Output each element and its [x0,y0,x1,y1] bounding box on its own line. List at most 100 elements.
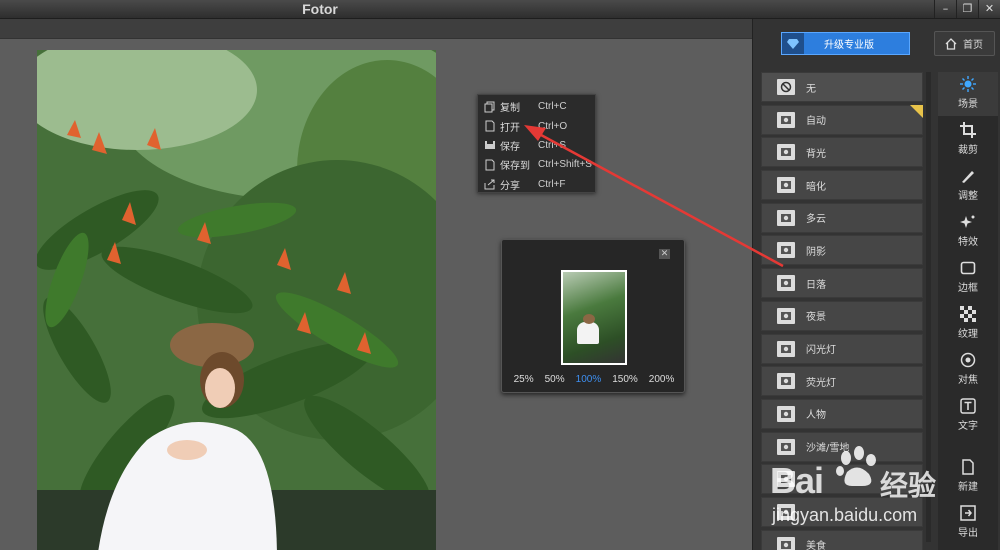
menu-item-label: 分享 [500,180,520,192]
maximize-button[interactable]: ❐ [956,0,978,18]
tool-texture[interactable]: 纹理 [938,302,998,346]
menu-item-label: 保存 [500,141,520,153]
scene-item-label: 夜景 [806,312,826,324]
scene-item[interactable]: 阴影 [761,235,923,266]
share-icon [484,179,495,190]
tool-focus[interactable]: 对焦 [938,348,998,392]
app-title: Fotor [302,1,338,17]
menu-item-shortcut: Ctrl+O [538,120,568,132]
close-button[interactable]: ✕ [978,0,1000,18]
scene-item-label: 自动 [806,116,826,128]
scene-item-label: 阴影 [806,246,826,258]
zoom-150[interactable]: 150% [612,374,638,385]
scene-item-label: 荧光灯 [806,377,836,389]
zoom-25[interactable]: 25% [514,374,534,385]
home-button[interactable]: 首页 [934,31,995,56]
menu-item-save-as[interactable]: 保存到 Ctrl+Shift+S [478,155,595,174]
export-icon [938,505,998,521]
home-icon [945,37,957,50]
menu-item-shortcut: Ctrl+S [538,139,567,151]
scene-item[interactable]: 多云 [761,202,923,233]
scene-item[interactable]: 无 [761,72,923,102]
menu-item-open[interactable]: 打开 Ctrl+O [478,116,595,135]
navigator-thumbnail[interactable] [561,270,627,365]
save-icon [485,141,495,150]
effects-icon [938,214,998,230]
tool-text[interactable]: 文字 [938,394,998,438]
window-controls: – ❐ ✕ [934,0,1000,18]
zoom-50[interactable]: 50% [545,374,565,385]
scene-item-label: 沙滩/雪地 [806,443,850,455]
navigator-panel: ✕ 25% 50% 100% 150% 200% [501,239,685,393]
menu-item-copy[interactable]: 复制 Ctrl+C [478,97,595,116]
title-bar: Fotor – ❐ ✕ [0,0,1000,19]
scene-item[interactable]: 自动 [761,104,923,135]
tool-crop[interactable]: 裁剪 [938,118,998,162]
text-icon [938,398,998,414]
scene-item[interactable]: 荧光灯 [761,366,923,397]
none-icon [777,79,795,95]
navigator-close-button[interactable]: ✕ [659,249,670,259]
scene-item[interactable]: 美食 [761,529,923,550]
copy-icon [484,101,495,113]
photo-canvas[interactable] [37,50,436,550]
scene-item-label: 多云 [806,214,826,226]
diamond-icon [782,33,804,54]
tool-label: 边框 [958,283,978,294]
scene-item-label: 背光 [806,148,826,160]
fluorescent-icon [777,373,795,390]
photo-illustration [37,50,436,550]
zoom-options: 25% 50% 100% 150% 200% [502,374,686,385]
tool-effects[interactable]: 特效 [938,210,998,254]
scene-item[interactable]: 日落 [761,268,923,299]
tool-scene[interactable]: 场景 [938,72,998,116]
minimize-button[interactable]: – [934,0,956,18]
tool-border[interactable]: 边框 [938,256,998,300]
scene-item[interactable]: 沙滩/雪地 [761,431,923,462]
menu-item-label: 复制 [500,103,520,115]
texture-icon [938,306,998,322]
tool-adjust[interactable]: 调整 [938,164,998,208]
fotor-window: Fotor – ❐ ✕ 复制 Ctrl+C 打开 Ctrl+O 保存 Ctrl+… [0,0,1000,550]
scene-item[interactable]: 人物 [761,398,923,429]
scene-item[interactable] [761,464,923,495]
scene-item[interactable] [761,496,923,527]
tool-export[interactable]: 导出 [938,501,998,545]
tool-new[interactable]: 新建 [938,455,998,499]
food-icon [777,536,795,550]
adjust-icon [938,168,998,184]
tool-label: 裁剪 [958,145,978,156]
open-file-icon [485,120,495,132]
tool-label: 特效 [958,237,978,248]
scene-item[interactable]: 夜景 [761,300,923,331]
crop-icon [938,122,998,138]
zoom-200[interactable]: 200% [649,374,675,385]
scene-item[interactable]: 闪光灯 [761,333,923,364]
pro-badge-icon [910,104,923,118]
menu-item-label: 打开 [500,122,520,134]
scene-item-label: 日落 [806,279,826,291]
scene-item[interactable]: 暗化 [761,170,923,201]
menu-item-shortcut: Ctrl+C [538,101,567,113]
upgrade-label: 升级专业版 [824,40,874,51]
flash-icon [777,340,795,357]
flower-icon [777,503,795,520]
upgrade-pro-button[interactable]: 升级专业版 [781,32,910,55]
file-context-menu: 复制 Ctrl+C 打开 Ctrl+O 保存 Ctrl+S 保存到 Ctrl+S… [477,94,596,193]
zoom-100[interactable]: 100% [576,374,602,385]
landscape-icon [777,471,795,488]
tool-label: 导出 [958,528,978,539]
shadow-icon [777,242,795,259]
camera-icon [777,111,795,128]
tool-column: 场景裁剪调整特效边框纹理对焦文字新建导出 [938,72,998,550]
menu-item-save[interactable]: 保存 Ctrl+S [478,136,595,155]
menu-item-share[interactable]: 分享 Ctrl+F [478,175,595,194]
cloudy-icon [777,209,795,226]
tool-label: 文字 [958,421,978,432]
save-as-icon [485,159,495,171]
tool-label: 纹理 [958,329,978,340]
scene-list-scrollbar[interactable] [926,72,931,542]
scene-item-label: 闪光灯 [806,345,836,356]
top-toolbar-strip [0,19,752,39]
scene-item[interactable]: 背光 [761,137,923,168]
